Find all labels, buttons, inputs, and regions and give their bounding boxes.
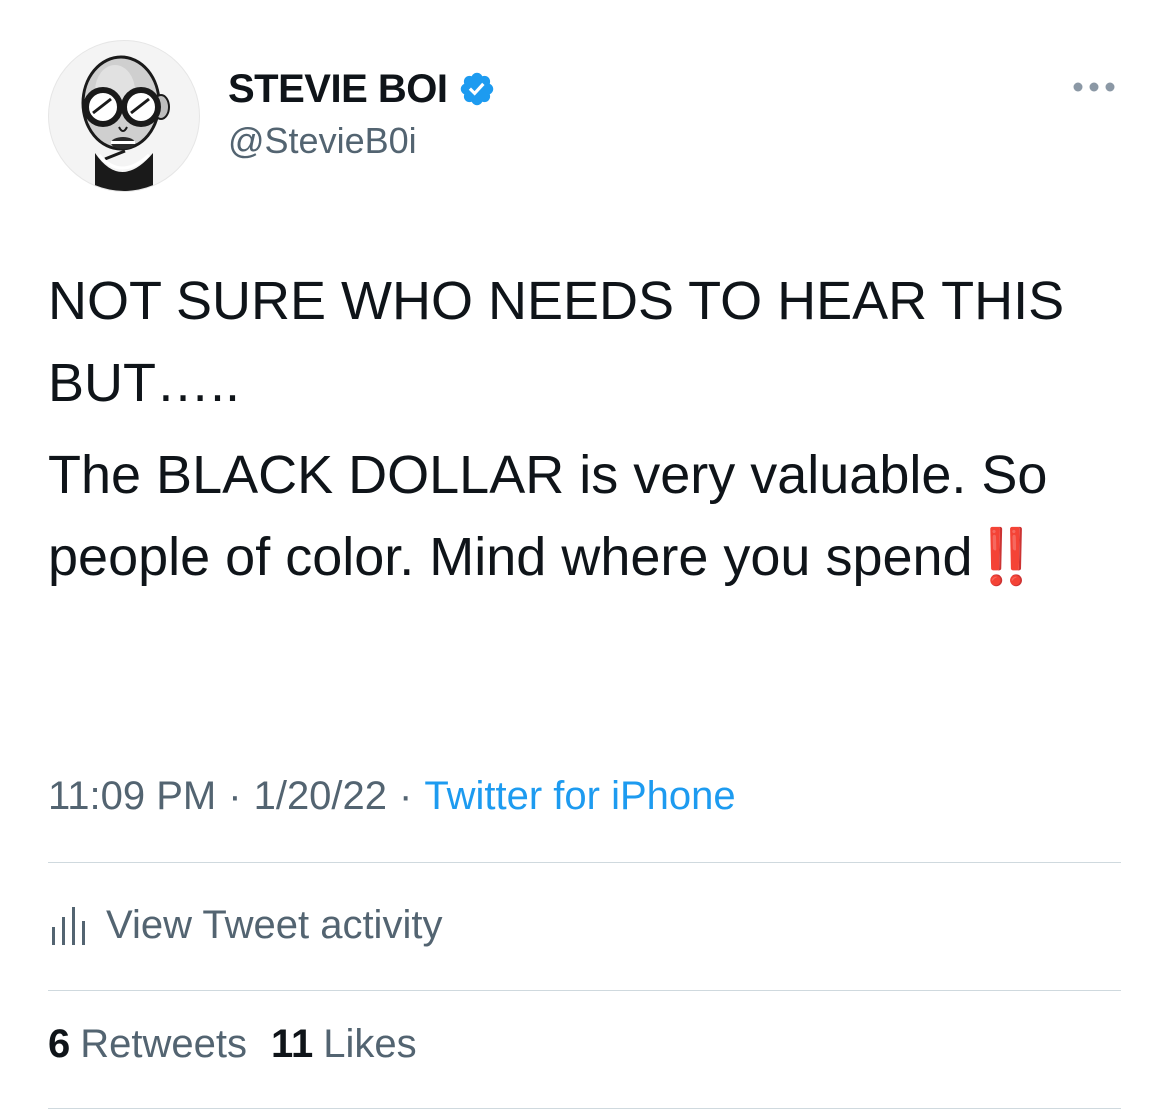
tweet-text: NOT SURE WHO NEEDS TO HEAR THIS BUT….. T… xyxy=(48,260,1128,608)
retweets-count: 6 xyxy=(48,1022,71,1066)
avatar[interactable] xyxy=(48,40,200,192)
likes-count: 11 xyxy=(271,1022,314,1066)
tweet-paragraph-2: The BLACK DOLLAR is very valuable. So pe… xyxy=(48,434,1128,598)
verified-badge-icon xyxy=(458,70,496,108)
retweets-label: Retweets xyxy=(80,1022,247,1066)
meta-separator: · xyxy=(399,774,413,818)
tweet-time[interactable]: 11:09 PM xyxy=(48,774,216,818)
likes-label: Likes xyxy=(323,1022,417,1066)
user-handle[interactable]: @StevieB0i xyxy=(228,120,417,162)
user-name-row: STEVIE BOI xyxy=(228,64,496,114)
more-options-icon[interactable] xyxy=(1068,72,1120,102)
analytics-bars-icon xyxy=(48,901,92,949)
divider xyxy=(48,862,1121,863)
tweet-paragraph-2-text: The BLACK DOLLAR is very valuable. So pe… xyxy=(48,445,1048,587)
tweet-meta: 11:09 PM · 1/20/22 · Twitter for iPhone xyxy=(48,774,736,819)
double-exclamation-emoji: ‼️ xyxy=(972,527,1042,587)
divider xyxy=(48,1108,1121,1109)
tweet-stats: 6 Retweets 11 Likes xyxy=(48,1022,417,1067)
display-name[interactable]: STEVIE BOI xyxy=(228,67,448,112)
tweet-source-link[interactable]: Twitter for iPhone xyxy=(424,774,735,818)
meta-separator: · xyxy=(228,774,242,818)
view-tweet-activity-button[interactable]: View Tweet activity xyxy=(48,895,442,955)
divider xyxy=(48,990,1121,991)
retweets-stat[interactable]: 6 Retweets xyxy=(48,1022,247,1067)
tweet-paragraph-1: NOT SURE WHO NEEDS TO HEAR THIS BUT….. xyxy=(48,271,1065,413)
likes-stat[interactable]: 11 Likes xyxy=(271,1022,417,1067)
tweet-date[interactable]: 1/20/22 xyxy=(254,774,387,818)
avatar-illustration xyxy=(81,55,170,191)
view-tweet-activity-label: View Tweet activity xyxy=(106,902,443,947)
